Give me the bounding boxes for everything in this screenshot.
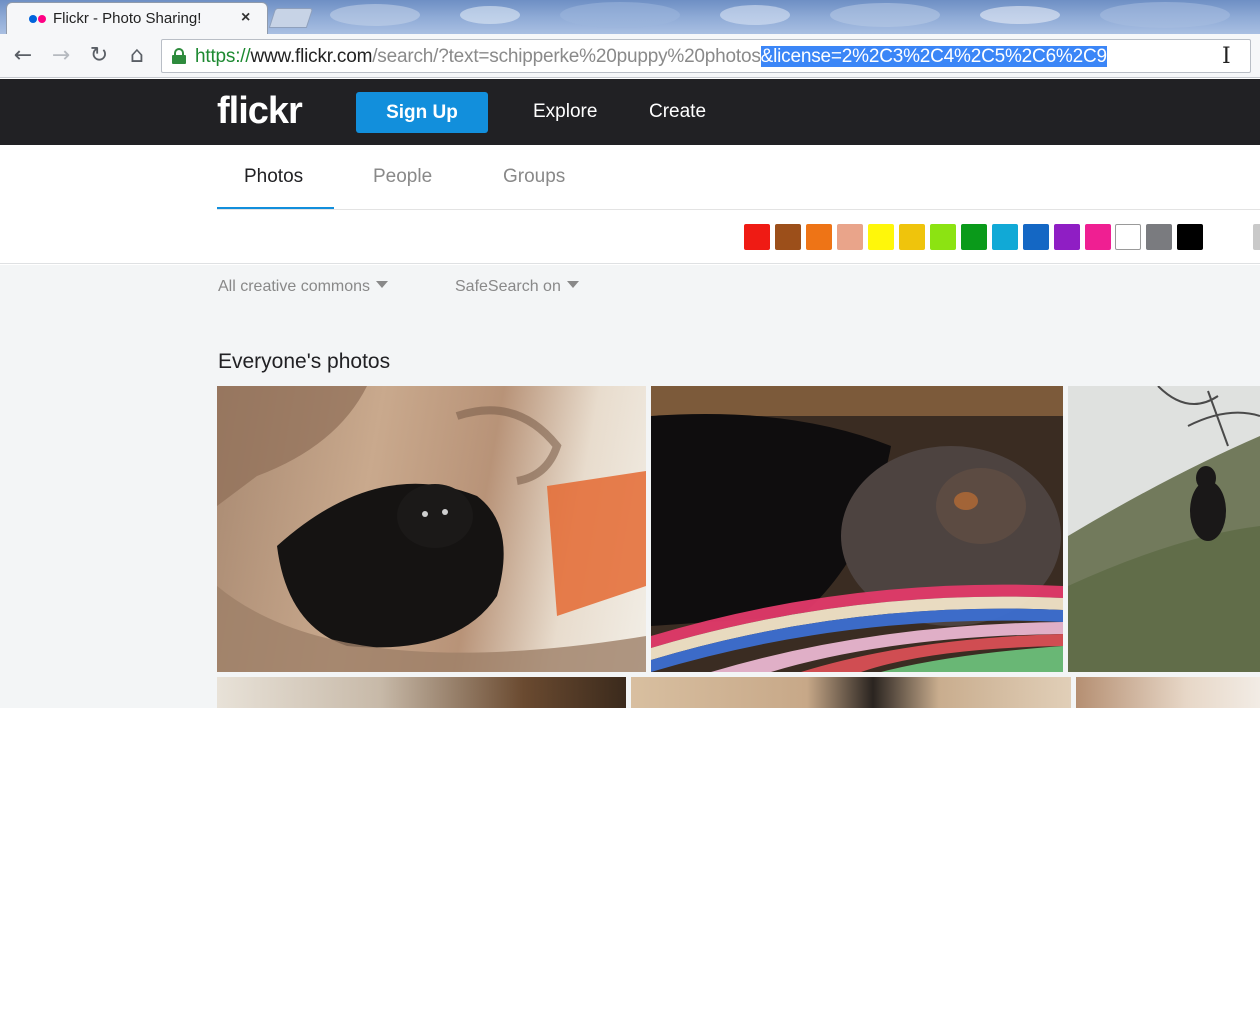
photo-thumbnail[interactable] (1076, 677, 1260, 708)
text-cursor-icon: I (1222, 44, 1231, 69)
nav-create[interactable]: Create (649, 101, 706, 123)
dog-photo-image (217, 386, 646, 672)
more-filters-button[interactable] (1253, 224, 1260, 250)
color-swatch-gold[interactable] (899, 224, 925, 250)
color-swatch-purple[interactable] (1054, 224, 1080, 250)
photo-thumbnail[interactable] (651, 386, 1063, 672)
color-swatch-yellow[interactable] (868, 224, 894, 250)
color-swatch-cyan[interactable] (992, 224, 1018, 250)
forward-arrow-icon[interactable]: → (47, 42, 75, 70)
color-swatch-brown[interactable] (775, 224, 801, 250)
close-tab-icon[interactable]: × (241, 9, 250, 27)
url-scheme: https:// (195, 46, 251, 67)
safesearch-dropdown[interactable]: SafeSearch on (455, 278, 579, 296)
blank-area (0, 708, 1260, 1018)
color-swatch-green[interactable] (961, 224, 987, 250)
site-header: flickr Sign Up Explore Create (0, 79, 1260, 145)
color-swatch-peach[interactable] (837, 224, 863, 250)
color-swatch-red[interactable] (744, 224, 770, 250)
search-type-tabs: Photos People Groups (0, 145, 1260, 210)
color-swatch-orange[interactable] (806, 224, 832, 250)
caret-down-icon (376, 281, 389, 288)
search-results: All creative commons SafeSearch on Every… (0, 265, 1260, 708)
photo-thumbnail[interactable] (1068, 386, 1260, 672)
color-swatch-blue[interactable] (1023, 224, 1049, 250)
url-path: /search/?text=schipperke%20puppy%20photo… (372, 46, 761, 67)
photo-thumbnail[interactable] (631, 677, 1071, 708)
url-host: www.flickr.com (250, 46, 373, 67)
dog-cat-photo-image (651, 386, 1063, 672)
new-tab-button[interactable] (268, 8, 314, 28)
color-swatch-gray[interactable] (1146, 224, 1172, 250)
license-filter-dropdown[interactable]: All creative commons (218, 278, 389, 296)
browser-toolbar: ← → ↻ ⌂ https://www.flickr.com/search/?t… (0, 34, 1260, 78)
color-swatch-lime[interactable] (930, 224, 956, 250)
photo-thumbnail[interactable] (217, 386, 646, 672)
tab-groups[interactable]: Groups (503, 166, 565, 188)
color-filter-bar (0, 211, 1260, 264)
flickr-favicon-icon (29, 15, 37, 23)
tab-people[interactable]: People (373, 166, 432, 188)
nav-explore[interactable]: Explore (533, 101, 597, 123)
url-text[interactable]: https://www.flickr.com/search/?text=schi… (195, 46, 1107, 68)
color-swatch-pink[interactable] (1085, 224, 1111, 250)
color-swatch-black[interactable] (1177, 224, 1203, 250)
home-icon[interactable]: ⌂ (123, 42, 151, 70)
safesearch-label: SafeSearch on (455, 278, 561, 295)
url-selected-text: &license=2%2C3%2C4%2C5%2C6%2C9 (760, 46, 1107, 67)
photo-thumbnail[interactable] (217, 677, 626, 708)
license-filter-label: All creative commons (218, 278, 371, 295)
back-arrow-icon[interactable]: ← (9, 42, 37, 70)
sign-up-button[interactable]: Sign Up (356, 92, 488, 133)
color-swatch-white[interactable] (1115, 224, 1141, 250)
browser-tabstrip: Flickr - Photo Sharing! × (0, 0, 1260, 34)
flickr-logo[interactable]: flickr (217, 90, 303, 133)
section-title: Everyone's photos (218, 350, 391, 373)
browser-tab[interactable]: Flickr - Photo Sharing! × (6, 2, 268, 34)
rock-photo-image (1068, 386, 1260, 672)
address-bar[interactable]: https://www.flickr.com/search/?text=schi… (161, 39, 1251, 73)
browser-tab-title: Flickr - Photo Sharing! (53, 10, 202, 27)
tab-photos[interactable]: Photos (244, 166, 303, 188)
lock-icon (172, 48, 186, 64)
reload-icon[interactable]: ↻ (85, 42, 113, 70)
caret-down-icon (566, 281, 579, 288)
